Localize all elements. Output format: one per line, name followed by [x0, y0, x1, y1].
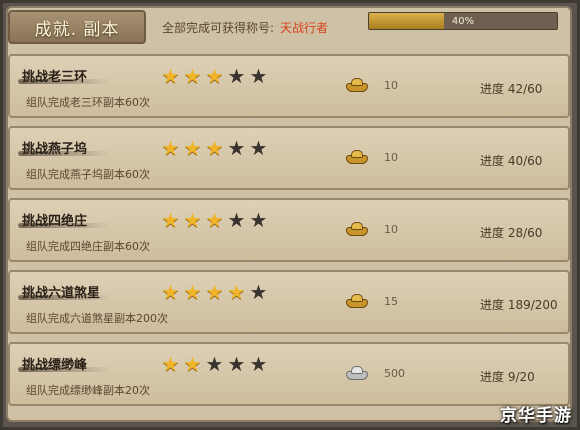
star-rating: ★ ★ ★ ★ ★	[160, 210, 270, 231]
achievement-description: 组队完成六道煞星副本200次	[26, 312, 168, 325]
reward: 10	[346, 222, 398, 236]
star-empty-icon: ★	[227, 136, 246, 160]
achievement-title: 挑战四绝庄	[18, 210, 114, 229]
achievement-progress: 进度 42/60	[480, 82, 543, 96]
star-filled-icon: ★	[161, 64, 180, 88]
star-empty-icon: ★	[249, 352, 268, 376]
star-empty-icon: ★	[249, 208, 268, 232]
star-filled-icon: ★	[205, 136, 224, 160]
star-filled-icon: ★	[183, 136, 202, 160]
silver-ingot-icon	[346, 366, 368, 380]
achievement-row[interactable]: 挑战缥缈峰 ★ ★ ★ ★ ★ 组队完成缥缈峰副本20次 500 进度 9/20	[8, 342, 570, 406]
star-filled-icon: ★	[183, 352, 202, 376]
star-empty-icon: ★	[227, 64, 246, 88]
star-filled-icon: ★	[205, 280, 224, 304]
star-filled-icon: ★	[183, 208, 202, 232]
achievement-row[interactable]: 挑战燕子坞 ★ ★ ★ ★ ★ 组队完成燕子坞副本60次 10 进度 40/60	[8, 126, 570, 190]
star-filled-icon: ★	[205, 208, 224, 232]
achievement-description: 组队完成四绝庄副本60次	[26, 240, 150, 253]
star-empty-icon: ★	[249, 136, 268, 160]
achievement-description: 组队完成燕子坞副本60次	[26, 168, 150, 181]
star-filled-icon: ★	[161, 280, 180, 304]
achievement-progress: 进度 9/20	[480, 370, 535, 384]
honor-title: 天战行者	[280, 20, 329, 35]
achievement-progress: 进度 40/60	[480, 154, 543, 168]
reward: 15	[346, 294, 398, 308]
achievement-title: 挑战六道煞星	[18, 282, 114, 301]
reward-amount: 15	[384, 294, 398, 308]
total-progress-label: 40%	[451, 15, 475, 27]
reward: 10	[346, 78, 398, 92]
achievement-title: 挑战燕子坞	[18, 138, 114, 157]
achievement-progress: 进度 189/200	[480, 298, 558, 312]
achievement-description: 组队完成缥缈峰副本20次	[26, 384, 150, 397]
achievement-progress: 进度 28/60	[480, 226, 543, 240]
star-filled-icon: ★	[183, 64, 202, 88]
star-empty-icon: ★	[205, 352, 224, 376]
star-rating: ★ ★ ★ ★ ★	[160, 354, 270, 375]
achievement-title: 挑战老三环	[18, 66, 114, 85]
achievement-row[interactable]: 挑战四绝庄 ★ ★ ★ ★ ★ 组队完成四绝庄副本60次 10 进度 28/60	[8, 198, 570, 262]
achievement-list: 挑战老三环 ★ ★ ★ ★ ★ 组队完成老三环副本60次 10 进度 42/60 挑战燕子坞 ★ ★ ★…	[8, 54, 570, 414]
reward: 500	[346, 366, 405, 380]
star-empty-icon: ★	[249, 64, 268, 88]
gold-ingot-icon	[346, 150, 368, 164]
reward: 10	[346, 150, 398, 164]
achievement-row[interactable]: 挑战六道煞星 ★ ★ ★ ★ ★ 组队完成六道煞星副本200次 15 进度 189/200	[8, 270, 570, 334]
star-filled-icon: ★	[161, 352, 180, 376]
star-empty-icon: ★	[227, 208, 246, 232]
watermark: 京华手游	[500, 406, 572, 426]
reward-amount: 500	[384, 366, 405, 380]
reward-amount: 10	[384, 222, 398, 236]
reward-amount: 10	[384, 150, 398, 164]
star-rating: ★ ★ ★ ★ ★	[160, 282, 270, 303]
total-progress-bar: 40%	[368, 12, 558, 30]
achievement-description: 组队完成老三环副本60次	[26, 96, 150, 109]
reward-amount: 10	[384, 78, 398, 92]
gold-ingot-icon	[346, 78, 368, 92]
star-filled-icon: ★	[161, 136, 180, 160]
completion-reward-note: 全部完成可获得称号:	[162, 20, 275, 35]
star-filled-icon: ★	[183, 280, 202, 304]
achievement-row[interactable]: 挑战老三环 ★ ★ ★ ★ ★ 组队完成老三环副本60次 10 进度 42/60	[8, 54, 570, 118]
tab-achievement-dungeon[interactable]: 成就. 副本	[8, 10, 146, 44]
star-rating: ★ ★ ★ ★ ★	[160, 138, 270, 159]
gold-ingot-icon	[346, 294, 368, 308]
gold-ingot-icon	[346, 222, 368, 236]
star-filled-icon: ★	[227, 280, 246, 304]
star-empty-icon: ★	[227, 352, 246, 376]
achievement-title: 挑战缥缈峰	[18, 354, 114, 373]
star-rating: ★ ★ ★ ★ ★	[160, 66, 270, 87]
star-empty-icon: ★	[249, 280, 268, 304]
star-filled-icon: ★	[205, 64, 224, 88]
star-filled-icon: ★	[161, 208, 180, 232]
